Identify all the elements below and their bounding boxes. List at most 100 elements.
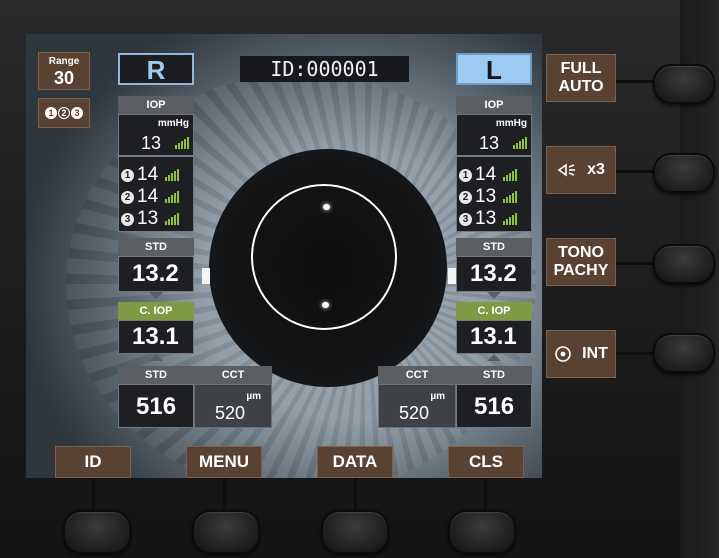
signal-strength-icon [503,213,517,225]
right-eye-label[interactable]: R [118,53,194,85]
right-iop-value: 13 [141,133,162,153]
puff-count-label: x3 [587,161,605,178]
measurement-value: 14 [137,164,159,185]
full-auto-button[interactable]: FULL AUTO [546,54,616,102]
left-up-arrow-icon [487,354,501,361]
tono-line1: TONO [558,244,604,261]
right-up-arrow-icon [149,354,163,361]
reflection-dot-bottom [322,302,329,308]
measurement-value: 13 [475,186,497,207]
hardware-button-right-4[interactable] [653,333,715,373]
menu-button[interactable]: MENU [186,446,262,478]
right-pachy-std-header: STD [118,366,194,384]
left-std-value: 13.2 [470,260,517,287]
id-button[interactable]: ID [55,446,131,478]
range-label: Range [48,56,80,67]
alignment-marker-right [448,268,456,284]
right-pachy-std-value: 516 [136,393,177,420]
full-auto-line2: AUTO [558,78,604,95]
right-cct-box: µm 520 [194,384,272,428]
hardware-button-bottom-3[interactable] [321,510,389,554]
measurement-number-icon: 3 [459,212,472,226]
left-cct-box: µm 520 [378,384,456,428]
alignment-marker-left [202,268,210,284]
hardware-button-bottom-2[interactable] [192,510,260,554]
connector-line [484,478,487,514]
measurement-sequence-button[interactable]: 1 2 3 [38,98,90,128]
hardware-button-right-3[interactable] [653,244,715,284]
reflection-dot-top [323,204,330,210]
signal-strength-icon [165,191,179,203]
tono-pachy-button[interactable]: TONO PACHY [546,238,616,286]
left-iop-value: 13 [479,133,500,153]
list-item: 3 13 [121,208,179,229]
speaker-puff-icon [557,163,576,177]
right-cct-unit: µm [246,391,261,402]
connector-line [616,352,656,355]
measurement-value: 14 [475,164,497,185]
signal-strength-icon [165,213,179,225]
left-iop-header: IOP [456,96,532,114]
list-item: 1 14 [121,164,179,185]
hardware-button-bottom-4[interactable] [448,510,516,554]
left-std-header: STD [456,238,532,256]
sequence-1-icon: 1 [45,107,57,119]
right-measurement-list: 1 14 2 14 3 13 [118,156,194,232]
connector-line [616,80,656,83]
int-button[interactable]: INT [546,330,616,378]
connector-line [354,478,357,514]
left-pachy-std-box: 516 [456,384,532,428]
full-auto-line1: FULL [560,60,602,77]
measurement-number-icon: 2 [459,190,472,204]
left-pachy-std-header: STD [456,366,532,384]
right-std-header: STD [118,238,194,256]
data-button[interactable]: DATA [317,446,393,478]
measurement-value: 13 [475,208,497,229]
cls-button[interactable]: CLS [448,446,524,478]
left-ciop-box: 13.1 [456,320,532,354]
left-iop-box: mmHg 13 [456,114,532,156]
right-down-arrow-icon [149,292,163,299]
left-pachy-std-value: 516 [474,393,515,420]
left-iop-unit: mmHg [495,118,527,129]
list-item: 2 13 [459,186,517,207]
range-value: 30 [53,68,75,88]
right-ciop-header: C. IOP [118,302,194,320]
left-cct-header: CCT [378,366,456,384]
connector-line [616,170,656,173]
list-item: 2 14 [121,186,179,207]
target-icon [555,346,571,362]
measurement-value: 13 [137,208,159,229]
left-std-box: 13.2 [456,256,532,292]
right-ciop-box: 13.1 [118,320,194,354]
left-down-arrow-icon [487,292,501,299]
right-cct-value: 520 [215,403,246,423]
measurement-number-icon: 1 [121,168,134,182]
tono-line2: PACHY [553,262,609,279]
puff-count-button[interactable]: x3 [546,146,616,194]
list-item: 3 13 [459,208,517,229]
left-measurement-list: 1 14 2 13 3 13 [456,156,532,232]
sequence-3-icon: 3 [71,107,83,119]
right-iop-header: IOP [118,96,194,114]
measurement-number-icon: 1 [459,168,472,182]
signal-strength-icon [503,191,517,203]
hardware-button-right-1[interactable] [653,64,715,104]
connector-line [616,262,656,265]
left-cct-unit: µm [430,391,445,402]
right-pachy-std-box: 516 [118,384,194,428]
left-ciop-header: C. IOP [456,302,532,320]
signal-strength-icon [165,169,179,181]
hardware-button-right-2[interactable] [653,153,715,193]
hardware-button-bottom-1[interactable] [63,510,131,554]
list-item: 1 14 [459,164,517,185]
right-cct-header: CCT [194,366,272,384]
measurement-number-icon: 2 [121,190,134,204]
sequence-2-icon: 2 [58,107,70,119]
left-eye-label[interactable]: L [456,53,532,85]
left-ciop-value: 13.1 [470,323,517,350]
left-iop-signal-icon [513,137,527,149]
range-button[interactable]: Range 30 [38,52,90,90]
right-iop-signal-icon [175,137,189,149]
right-iop-box: mmHg 13 [118,114,194,156]
